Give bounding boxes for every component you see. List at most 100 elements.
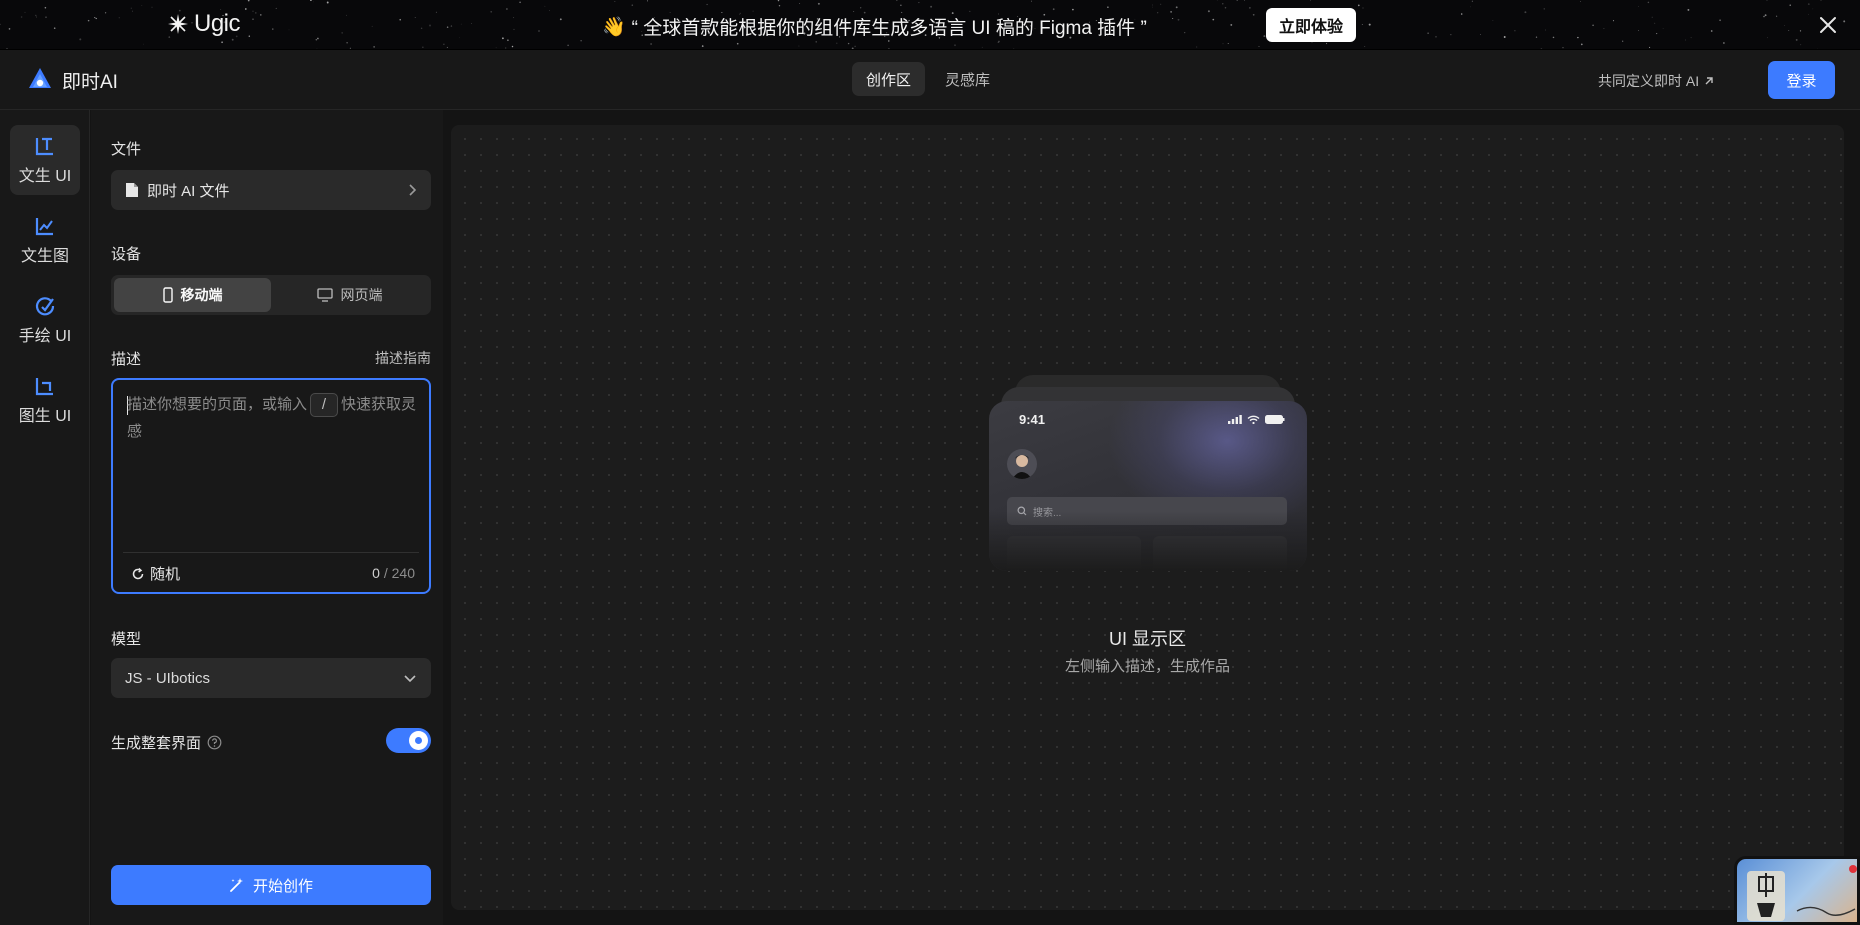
star-dot — [131, 10, 133, 12]
star-dot — [900, 4, 902, 6]
device-mobile-option[interactable]: 移动端 — [114, 278, 271, 312]
star-dot — [0, 23, 1, 26]
rail-item-text-to-ui[interactable]: 文生 UI — [10, 125, 80, 195]
star-dot — [1649, 46, 1651, 48]
star-dot — [1789, 4, 1791, 6]
star-dot — [614, 1, 616, 2]
random-button[interactable]: 随机 — [131, 563, 180, 584]
star-dot — [1580, 43, 1583, 46]
star-dot — [1800, 44, 1802, 46]
star-dot — [860, 7, 862, 9]
star-dot — [346, 14, 347, 16]
rail-item-image-to-ui[interactable]: 图生 UI — [10, 365, 80, 435]
banner-close-button[interactable] — [1816, 13, 1840, 37]
star-dot — [1230, 23, 1233, 26]
ugic-logo-text: Ugic — [194, 10, 241, 37]
star-dot — [506, 8, 508, 10]
star-dot — [1784, 25, 1786, 27]
file-select[interactable]: 即时 AI 文件 — [111, 170, 431, 210]
device-web-option[interactable]: 网页端 — [271, 278, 428, 312]
login-button[interactable]: 登录 — [1768, 61, 1835, 99]
star-dot — [275, 7, 277, 9]
star-dot — [326, 1, 329, 4]
star-dot — [1207, 10, 1210, 13]
tab-inspiration[interactable]: 灵感库 — [931, 62, 1004, 96]
floating-assistant-widget[interactable] — [1734, 856, 1860, 925]
description-textarea[interactable]: 描述你想要的页面，或输入 / 快速获取灵感 随机 0 / 240 — [111, 378, 431, 594]
star-dot — [647, 0, 648, 2]
star-dot — [1469, 6, 1471, 8]
star-dot — [1764, 14, 1767, 17]
ugic-logo[interactable]: Ugic — [166, 10, 241, 38]
star-dot — [104, 12, 107, 14]
star-dot — [1843, 20, 1846, 23]
star-dot — [1543, 8, 1545, 10]
star-dot — [854, 45, 856, 48]
star-dot — [255, 12, 257, 14]
star-dot — [1719, 19, 1721, 22]
star-dot — [836, 42, 838, 44]
cocreate-link[interactable]: 共同定义即时 AI — [1598, 71, 1715, 91]
star-dot — [505, 47, 507, 49]
star-dot — [341, 32, 343, 34]
description-guide-link[interactable]: 描述指南 — [375, 348, 431, 368]
star-dot — [1224, 6, 1227, 9]
star-dot — [1368, 23, 1371, 26]
star-dot — [1766, 0, 1768, 1]
star-dot — [310, 0, 312, 1]
star-dot — [1244, 0, 1246, 1]
wifi-icon — [1247, 415, 1260, 424]
star-dot — [969, 10, 971, 12]
star-dot — [511, 45, 514, 48]
star-dot — [631, 4, 634, 6]
help-icon[interactable] — [207, 735, 222, 750]
star-dot — [1160, 3, 1162, 5]
star-dot — [706, 3, 708, 6]
star-dot — [1236, 0, 1238, 1]
brand-logo[interactable]: 即时AI — [26, 66, 118, 94]
star-dot — [118, 17, 120, 19]
star-dot — [1723, 42, 1725, 44]
fullset-toggle[interactable] — [386, 728, 431, 753]
chevron-down-icon — [404, 675, 416, 683]
try-now-button[interactable]: 立即体验 — [1266, 8, 1356, 42]
star-dot — [373, 46, 375, 48]
star-dot — [252, 18, 254, 21]
star-dot — [252, 10, 254, 12]
star-dot — [815, 41, 817, 43]
star-dot — [313, 1, 315, 3]
star-dot — [1552, 36, 1555, 39]
star-dot — [35, 14, 37, 17]
star-dot — [817, 2, 820, 5]
star-dot — [1535, 36, 1538, 38]
star-dot — [247, 0, 250, 2]
star-dot — [1152, 4, 1153, 6]
star-dot — [443, 43, 445, 45]
star-dot — [1651, 16, 1653, 18]
tab-create[interactable]: 创作区 — [852, 62, 926, 96]
star-dot — [918, 2, 920, 4]
banner-message: 👋 “ 全球首款能根据你的组件库生成多语言 UI 稿的 Figma 插件 ” — [602, 13, 1147, 40]
empty-state-title: UI 显示区 — [1108, 629, 1186, 649]
star-dot — [1222, 3, 1224, 5]
star-dot — [1157, 12, 1159, 14]
rail-item-sketch-ui[interactable]: 手绘 UI — [10, 285, 80, 355]
rail-item-label: 文生 UI — [18, 167, 72, 185]
promo-banner: Ugic 👋 “ 全球首款能根据你的组件库生成多语言 UI 稿的 Figma 插… — [0, 0, 1860, 50]
star-dot — [896, 0, 898, 1]
model-select[interactable]: JS - UIbotics — [111, 658, 431, 698]
star-dot — [346, 42, 348, 44]
start-create-button[interactable]: 开始创作 — [111, 865, 431, 905]
star-dot — [460, 23, 462, 25]
rail-item-text-to-image[interactable]: 文生图 — [10, 205, 80, 275]
file-label: 文件 — [111, 141, 142, 158]
star-dot — [1662, 28, 1664, 29]
toggle-knob — [409, 731, 428, 750]
star-dot — [429, 24, 431, 27]
star-dot — [143, 43, 144, 45]
star-dot — [1562, 47, 1564, 49]
star-dot — [507, 39, 509, 42]
star-dot — [1656, 33, 1658, 35]
star-dot — [1030, 0, 1033, 2]
star-dot — [450, 25, 453, 27]
